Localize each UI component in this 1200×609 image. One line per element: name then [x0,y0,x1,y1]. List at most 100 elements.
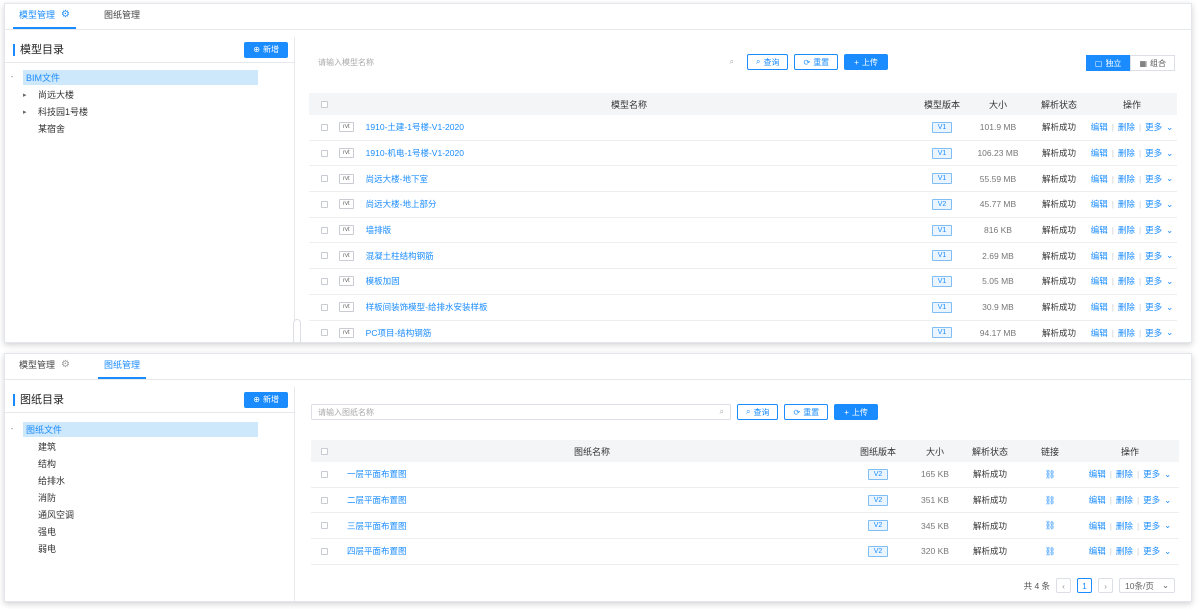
tab-model-management[interactable]: 模型管理 ⚙ [13,358,76,379]
row-checkbox[interactable] [320,470,328,478]
collapse-icon[interactable]: - [11,426,23,433]
page-number[interactable]: 1 [1077,578,1093,593]
delete-link[interactable]: 删除 [1118,327,1135,339]
upload-button[interactable]: + 上传 [834,404,878,420]
table-row[interactable]: rvt 墙排版 V1 816 KB 解析成功 编辑 | 删除 | 更多 ⌄ [309,218,1177,244]
delete-link[interactable]: 删除 [1116,545,1133,557]
row-checkbox[interactable] [320,303,328,311]
model-name-link[interactable]: 尚远大楼-地上部分 [366,198,437,210]
tree-node[interactable]: 某宿舍 [11,120,294,137]
tree-node-root[interactable]: - 图纸文件 [11,421,294,438]
delete-link[interactable]: 删除 [1116,520,1133,532]
more-link[interactable]: 更多 [1143,468,1160,480]
tree-node[interactable]: ▸ 科技园1号楼 [11,103,294,120]
model-name-link[interactable]: PC项目-结构钢筋 [366,327,432,339]
chevron-down-icon[interactable]: ⌄ [1166,302,1173,313]
view-combined-button[interactable]: ▦ 组合 [1130,55,1175,71]
row-checkbox[interactable] [320,123,328,131]
add-directory-button[interactable]: ⊕ 新增 [244,41,288,58]
more-link[interactable]: 更多 [1145,327,1162,339]
row-checkbox[interactable] [320,175,328,183]
edit-link[interactable]: 编辑 [1089,545,1106,557]
model-name-link[interactable]: 样板间装饰模型-给排水安装样板 [366,301,488,313]
tree-node[interactable]: 结构 [11,455,294,472]
more-link[interactable]: 更多 [1145,173,1162,185]
add-directory-button[interactable]: ⊕ 新增 [244,391,288,408]
tree-node[interactable]: 弱电 [11,540,294,557]
collapse-icon[interactable]: - [11,74,23,81]
panel-resize-handle[interactable] [293,319,301,342]
tab-drawing-management[interactable]: 图纸管理 [98,8,146,29]
link-icon[interactable]: ⛓ [1045,546,1056,557]
model-name-link[interactable]: 模板加固 [366,275,400,287]
chevron-down-icon[interactable]: ⌄ [1166,225,1173,236]
more-link[interactable]: 更多 [1145,121,1162,133]
gear-icon[interactable]: ⚙ [61,9,70,20]
chevron-down-icon[interactable]: ⌄ [1166,250,1173,261]
edit-link[interactable]: 编辑 [1091,250,1108,262]
expand-icon[interactable]: ▸ [23,108,35,116]
tree-node[interactable]: 消防 [11,489,294,506]
table-row[interactable]: rvt 尚远大楼-地下室 V1 55.59 MB 解析成功 编辑 | 删除 | 更多 ⌄ [309,166,1177,193]
table-row[interactable]: 三层平面布置图 V2 345 KB 解析成功 ⛓ 编辑 | 删除 | 更多 ⌄ [311,513,1179,540]
expand-icon[interactable]: ▸ [23,91,35,99]
row-checkbox[interactable] [320,149,328,157]
delete-link[interactable]: 删除 [1118,147,1135,159]
chevron-down-icon[interactable]: ⌄ [1164,469,1171,480]
delete-link[interactable]: 删除 [1116,494,1133,506]
edit-link[interactable]: 编辑 [1091,275,1108,287]
search-button[interactable]: ⌕ 查询 [737,404,779,420]
model-name-link[interactable]: 1910-机电-1号楼-V1-2020 [366,147,464,159]
drawing-name-link[interactable]: 四层平面布置图 [347,545,407,557]
edit-link[interactable]: 编辑 [1091,224,1108,236]
link-icon[interactable]: ⛓ [1045,495,1056,506]
upload-button[interactable]: + 上传 [844,54,888,70]
table-row[interactable]: 二层平面布置图 V2 351 KB 解析成功 ⛓ 编辑 | 删除 | 更多 ⌄ [311,488,1179,514]
edit-link[interactable]: 编辑 [1091,301,1108,313]
tree-node[interactable]: 建筑 [11,438,294,455]
row-checkbox[interactable] [320,252,328,260]
search-icon[interactable]: ⌕ [720,407,724,417]
page-size-select[interactable]: 10条/页 ⌄ [1119,578,1175,593]
chevron-down-icon[interactable]: ⌄ [1166,173,1173,184]
table-row[interactable]: rvt 混凝土柱结构钢筋 V1 2.69 MB 解析成功 编辑 | 删除 | 更多 ⌄ [309,243,1177,270]
tree-node-root[interactable]: - BIM文件 [11,69,294,86]
more-link[interactable]: 更多 [1145,198,1162,210]
more-link[interactable]: 更多 [1143,545,1160,557]
chevron-down-icon[interactable]: ⌄ [1164,520,1171,531]
model-name-link[interactable]: 墙排版 [366,224,392,236]
edit-link[interactable]: 编辑 [1091,121,1108,133]
row-checkbox[interactable] [320,496,328,504]
delete-link[interactable]: 删除 [1116,468,1133,480]
table-row[interactable]: rvt 1910-土建-1号楼-V1-2020 V1 101.9 MB 解析成功 编辑 | 删… [309,115,1177,141]
delete-link[interactable]: 删除 [1118,198,1135,210]
chevron-down-icon[interactable]: ⌄ [1166,122,1173,133]
more-link[interactable]: 更多 [1145,147,1162,159]
row-checkbox[interactable] [320,226,328,234]
row-checkbox[interactable] [320,547,328,555]
table-row[interactable]: rvt 模板加固 V1 5.05 MB 解析成功 编辑 | 删除 | 更多 ⌄ [309,269,1177,295]
more-link[interactable]: 更多 [1145,301,1162,313]
table-row[interactable]: 一层平面布置图 V2 165 KB 解析成功 ⛓ 编辑 | 删除 | 更多 ⌄ [311,462,1179,488]
row-checkbox[interactable] [320,329,328,337]
edit-link[interactable]: 编辑 [1089,494,1106,506]
chevron-down-icon[interactable]: ⌄ [1166,148,1173,159]
delete-link[interactable]: 删除 [1118,173,1135,185]
table-row[interactable]: rvt PC项目-结构钢筋 V1 94.17 MB 解析成功 编辑 | 删除 | 更多 ⌄ [309,321,1177,343]
search-button[interactable]: ⌕ 查询 [747,54,789,70]
prev-page-button[interactable]: ‹ [1056,578,1072,593]
drawing-name-link[interactable]: 二层平面布置图 [347,494,407,506]
gear-icon[interactable]: ⚙ [61,359,70,370]
delete-link[interactable]: 删除 [1118,275,1135,287]
view-independent-button[interactable]: ▢ 独立 [1085,55,1131,71]
chevron-down-icon[interactable]: ⌄ [1166,276,1173,287]
chevron-down-icon[interactable]: ⌄ [1164,495,1171,506]
model-name-link[interactable]: 尚远大楼-地下室 [366,173,428,185]
tab-model-management[interactable]: 模型管理 ⚙ [13,8,76,29]
table-row[interactable]: rvt 样板间装饰模型-给排水安装样板 V1 30.9 MB 解析成功 编辑 | 删除 | 更多 ⌄ [309,295,1177,321]
tab-drawing-management[interactable]: 图纸管理 [97,358,146,379]
select-all-checkbox[interactable] [320,100,328,108]
more-link[interactable]: 更多 [1143,520,1160,532]
next-page-button[interactable]: › [1098,578,1114,593]
delete-link[interactable]: 删除 [1118,250,1135,262]
